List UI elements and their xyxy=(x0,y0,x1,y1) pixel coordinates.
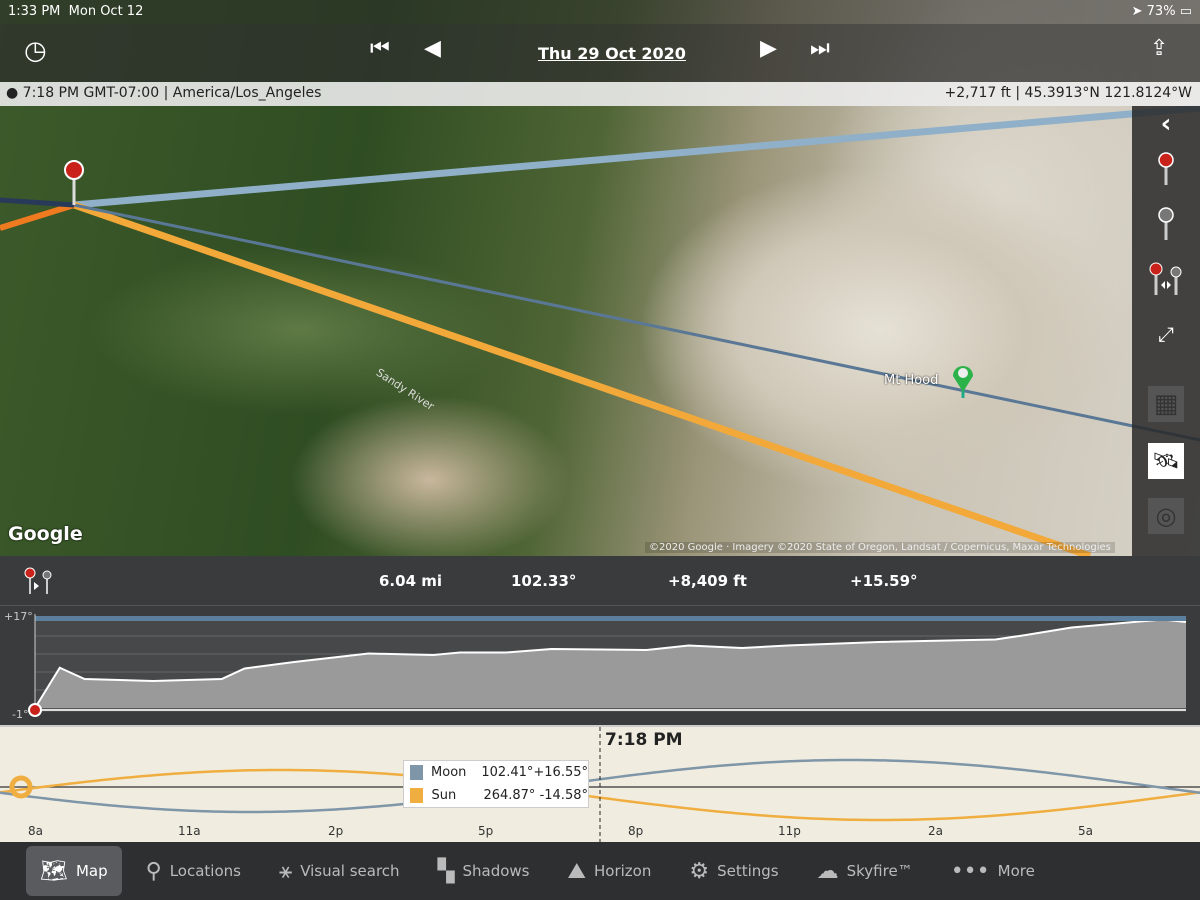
skip-back-button[interactable]: ⏮ xyxy=(370,36,390,61)
map-type-street-button[interactable]: ▦ xyxy=(1148,386,1184,422)
red-pin-icon xyxy=(64,160,84,205)
battery-level: 73% xyxy=(1146,4,1176,19)
red-pin-button[interactable] xyxy=(1148,151,1184,187)
map-attribution: ©2020 Google · Imagery ©2020 State of Or… xyxy=(645,542,1115,553)
tab-locations[interactable]: ⚲ Locations xyxy=(132,846,255,896)
battery-icon: ▭ xyxy=(1179,4,1192,19)
tab-label: Locations xyxy=(169,862,241,880)
status-bar: 1:33 PM Mon Oct 12 ➤ 73% ▭ xyxy=(0,0,1200,24)
moon-phase-icon: ● xyxy=(6,85,19,101)
map-icon: 🗺 xyxy=(40,858,68,884)
pins-direction-icon xyxy=(24,567,52,594)
expand-icon[interactable]: ⤢ xyxy=(1148,316,1184,352)
grey-pin-button[interactable] xyxy=(1148,206,1184,242)
tab-label: Settings xyxy=(717,862,779,880)
stats-bar: 6.04 mi 102.33° +8,409 ft +15.59° xyxy=(0,556,1200,606)
marker-label[interactable]: Mt Hood xyxy=(884,373,938,388)
time-tick: 8p xyxy=(628,824,644,838)
next-button[interactable]: ▶ xyxy=(760,36,777,61)
altitude-angle-value: +15.59° xyxy=(850,572,918,590)
shadows-icon: ▚ xyxy=(437,858,455,884)
tab-shadows[interactable]: ▚ Shadows xyxy=(424,846,544,896)
coordinates-info: +2,717 ft | 45.3913°N 121.8124°W xyxy=(944,85,1192,101)
clock-icon[interactable]: ◷ xyxy=(24,36,47,66)
line-of-sight xyxy=(73,203,1200,442)
map-sidebar: ‹ ⤢ ▦ 🛰 ◎ xyxy=(1132,106,1200,556)
time-tick: 11p xyxy=(778,824,801,838)
tab-label: Shadows xyxy=(462,862,530,880)
time-zone-info: 7:18 PM GMT-07:00 | America/Los_Angeles xyxy=(22,85,322,101)
current-time-label: 7:18 PM xyxy=(605,730,683,750)
tab-more[interactable]: ••• More xyxy=(937,846,1049,896)
tab-label: Visual search xyxy=(300,862,400,880)
sun-moon-legend: Moon 102.41° +16.55° Sun 264.87° -14.58° xyxy=(403,760,589,808)
time-tick: 5p xyxy=(478,824,494,838)
gear-icon: ⚙ xyxy=(689,858,710,884)
top-toolbar: ◷ ⏮ ◀ Thu 29 Oct 2020 ▶ ⏭ ⇪ xyxy=(0,24,1200,82)
legend-sun: Sun 264.87° -14.58° xyxy=(404,784,588,807)
skyfire-icon: ☁ xyxy=(816,858,839,884)
tab-label: More xyxy=(997,862,1035,880)
profile-chart xyxy=(28,614,1187,717)
tab-label: Horizon xyxy=(593,862,652,880)
location-icon: ➤ xyxy=(1131,4,1143,19)
info-bar: ● 7:18 PM GMT-07:00 | America/Los_Angele… xyxy=(0,82,1200,106)
swap-pins-button[interactable] xyxy=(1148,261,1184,297)
visual-search-icon: ⚹ xyxy=(278,858,293,884)
moonrise-line xyxy=(0,197,75,208)
tab-map[interactable]: 🗺 Map xyxy=(26,846,122,896)
date-selector[interactable]: Thu 29 Oct 2020 xyxy=(538,44,686,63)
tab-label: Skyfire™ xyxy=(846,862,913,880)
tab-horizon[interactable]: ⛰ Horizon xyxy=(554,846,666,896)
status-time: 1:33 PM xyxy=(8,4,61,19)
time-tick: 11a xyxy=(178,824,201,838)
skip-forward-button[interactable]: ⏭ xyxy=(810,36,830,61)
distance-value: 6.04 mi xyxy=(379,572,443,590)
sun-swatch xyxy=(410,788,424,803)
horizon-icon: ⛰ xyxy=(567,858,586,884)
legend-moon: Moon 102.41° +16.55° xyxy=(404,761,588,784)
sunrise-line xyxy=(0,202,75,231)
collapse-chevron-icon[interactable]: ‹ xyxy=(1148,106,1184,142)
time-tick: 2a xyxy=(928,824,943,838)
time-tick: 8a xyxy=(28,824,43,838)
more-icon: ••• xyxy=(950,858,990,884)
previous-button[interactable]: ◀ xyxy=(424,36,441,61)
tab-label: Map xyxy=(75,862,108,880)
search-icon: ⚲ xyxy=(145,858,162,884)
tab-bar: 🗺 Map ⚲ Locations ⚹ Visual search ▚ Shadows ⛰ Hor… xyxy=(0,842,1200,900)
sun-moon-timeline[interactable]: 7:18 PM 8a 11a 2p 5p 8p 11p 2a 5a Moon 102.41° +1… xyxy=(0,725,1200,844)
line-of-sight-bar xyxy=(35,616,1186,621)
tab-settings[interactable]: ⚙ Settings xyxy=(675,846,792,896)
google-logo: Google xyxy=(8,523,83,545)
bearing-value: 102.33° xyxy=(511,572,577,590)
map-type-satellite-button[interactable]: 🛰 xyxy=(1148,443,1184,479)
start-pin-marker xyxy=(28,703,42,717)
elevation-profile[interactable]: +17° -1° xyxy=(0,606,1200,725)
moon-swatch xyxy=(410,765,424,780)
share-icon[interactable]: ⇪ xyxy=(1150,36,1168,61)
tab-skyfire[interactable]: ☁ Skyfire™ xyxy=(803,846,927,896)
time-tick: 5a xyxy=(1078,824,1093,838)
time-tick: 2p xyxy=(328,824,344,838)
tab-visual-search[interactable]: ⚹ Visual search xyxy=(265,846,414,896)
elevation-value: +8,409 ft xyxy=(668,572,747,590)
status-date: Mon Oct 12 xyxy=(68,4,144,19)
map-type-terrain-button[interactable]: ◎ xyxy=(1148,498,1184,534)
moon-direction-line xyxy=(73,104,1200,209)
